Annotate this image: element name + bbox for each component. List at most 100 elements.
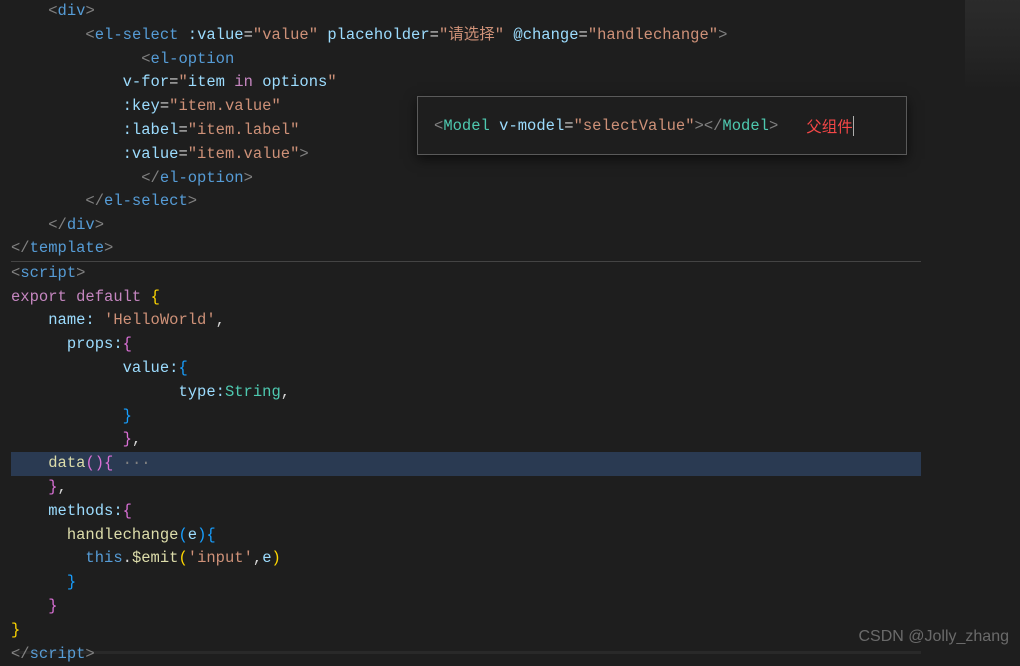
code-token: el-select — [104, 190, 188, 214]
code-token: , — [253, 547, 262, 571]
code-token: () — [85, 452, 104, 476]
code-token: type: — [178, 381, 225, 405]
code-line[interactable]: type:String, — [11, 381, 1020, 405]
code-line[interactable]: </template> — [11, 238, 921, 262]
code-line[interactable]: } — [11, 405, 1020, 429]
text-cursor — [853, 116, 854, 136]
code-token: > — [85, 643, 94, 666]
code-token: e — [188, 524, 197, 548]
tooltip-popup: <Model v-model="selectValue"></Model> 父组… — [417, 96, 907, 155]
code-token: > — [85, 0, 94, 24]
code-token: value: — [123, 357, 179, 381]
code-token: = — [244, 24, 253, 48]
code-token: > — [95, 214, 104, 238]
code-token: "item.value" — [169, 95, 281, 119]
gutter — [0, 0, 11, 654]
code-token: "handlechange" — [588, 24, 718, 48]
code-token: ) — [272, 547, 281, 571]
code-token: default — [76, 286, 141, 310]
code-line[interactable]: value:{ — [11, 357, 1020, 381]
code-token: ( — [178, 547, 187, 571]
code-token: > — [188, 190, 197, 214]
code-token: methods: — [48, 500, 122, 524]
code-token: ··· — [113, 452, 150, 476]
code-token: </ — [85, 190, 104, 214]
code-token: > — [718, 24, 727, 48]
code-token: } — [67, 571, 76, 595]
code-line[interactable]: <script> — [11, 262, 1020, 286]
code-token: options — [253, 71, 327, 95]
code-token: "item.label" — [188, 119, 300, 143]
code-token: " — [178, 71, 187, 95]
code-line[interactable]: } — [11, 595, 1020, 619]
code-line[interactable]: handlechange(e){ — [11, 524, 1020, 548]
minimap[interactable] — [965, 0, 1020, 90]
code-line[interactable]: </el-select> — [11, 190, 1020, 214]
code-token: = — [160, 95, 169, 119]
code-token: data — [48, 452, 85, 476]
code-token: el-option — [160, 167, 244, 191]
code-token: v-for — [123, 71, 170, 95]
code-line[interactable]: }, — [11, 476, 1020, 500]
code-token: } — [11, 619, 20, 643]
code-token: script — [20, 262, 76, 286]
code-token: :key — [123, 95, 160, 119]
code-token: > — [244, 167, 253, 191]
code-token: ( — [178, 524, 187, 548]
code-line[interactable]: export default { — [11, 286, 1020, 310]
code-line[interactable]: v-for="item in options" — [11, 71, 1020, 95]
code-token: @change — [513, 24, 578, 48]
code-token: </ — [141, 167, 160, 191]
code-token: . — [123, 547, 132, 571]
popup-code: <Model v-model="selectValue"></Model> — [434, 117, 778, 135]
code-line[interactable]: <el-select :value="value" placeholder="请… — [11, 24, 1020, 48]
code-token — [318, 24, 327, 48]
code-token: </ — [11, 237, 30, 261]
code-token: = — [178, 143, 187, 167]
code-token: " — [327, 71, 336, 95]
code-token: :value — [123, 143, 179, 167]
code-token: } — [123, 428, 132, 452]
code-line[interactable]: </el-option> — [11, 167, 1020, 191]
code-token: placeholder — [327, 24, 429, 48]
code-token: } — [48, 595, 57, 619]
code-token: item — [188, 71, 235, 95]
watermark: CSDN @Jolly_zhang — [858, 628, 1009, 646]
code-line[interactable]: props:{ — [11, 333, 1020, 357]
code-token: } — [48, 476, 57, 500]
code-token: = — [430, 24, 439, 48]
code-token: { — [123, 333, 132, 357]
code-token: > — [299, 143, 308, 167]
code-token: "item.value" — [188, 143, 300, 167]
code-token: el-option — [151, 48, 235, 72]
code-token — [504, 24, 513, 48]
code-line[interactable]: data(){ ··· — [11, 452, 921, 476]
code-token: , — [216, 309, 225, 333]
code-line[interactable]: }, — [11, 428, 1020, 452]
code-token: = — [169, 71, 178, 95]
code-line[interactable]: <el-option — [11, 48, 1020, 72]
code-token: { — [206, 524, 215, 548]
code-line[interactable]: this.$emit('input',e) — [11, 547, 1020, 571]
code-token: String — [225, 381, 281, 405]
code-token: </ — [48, 214, 67, 238]
code-token: { — [178, 357, 187, 381]
code-token — [178, 24, 187, 48]
code-token: > — [76, 262, 85, 286]
code-token: div — [67, 214, 95, 238]
code-token: script — [30, 643, 86, 666]
code-token: < — [85, 24, 94, 48]
code-line[interactable]: } — [11, 571, 1020, 595]
code-token: in — [234, 71, 253, 95]
code-token: { — [104, 452, 113, 476]
code-line[interactable]: name: 'HelloWorld', — [11, 309, 1020, 333]
code-token: export — [11, 286, 67, 310]
code-line[interactable]: </script> — [11, 643, 1020, 666]
code-line[interactable]: </div> — [11, 214, 1020, 238]
code-token: "请选择" — [439, 24, 504, 48]
code-token: e — [262, 547, 271, 571]
code-line[interactable]: methods:{ — [11, 500, 1020, 524]
code-line[interactable]: <div> — [11, 0, 1020, 24]
code-token — [95, 309, 104, 333]
code-token: </ — [11, 643, 30, 666]
